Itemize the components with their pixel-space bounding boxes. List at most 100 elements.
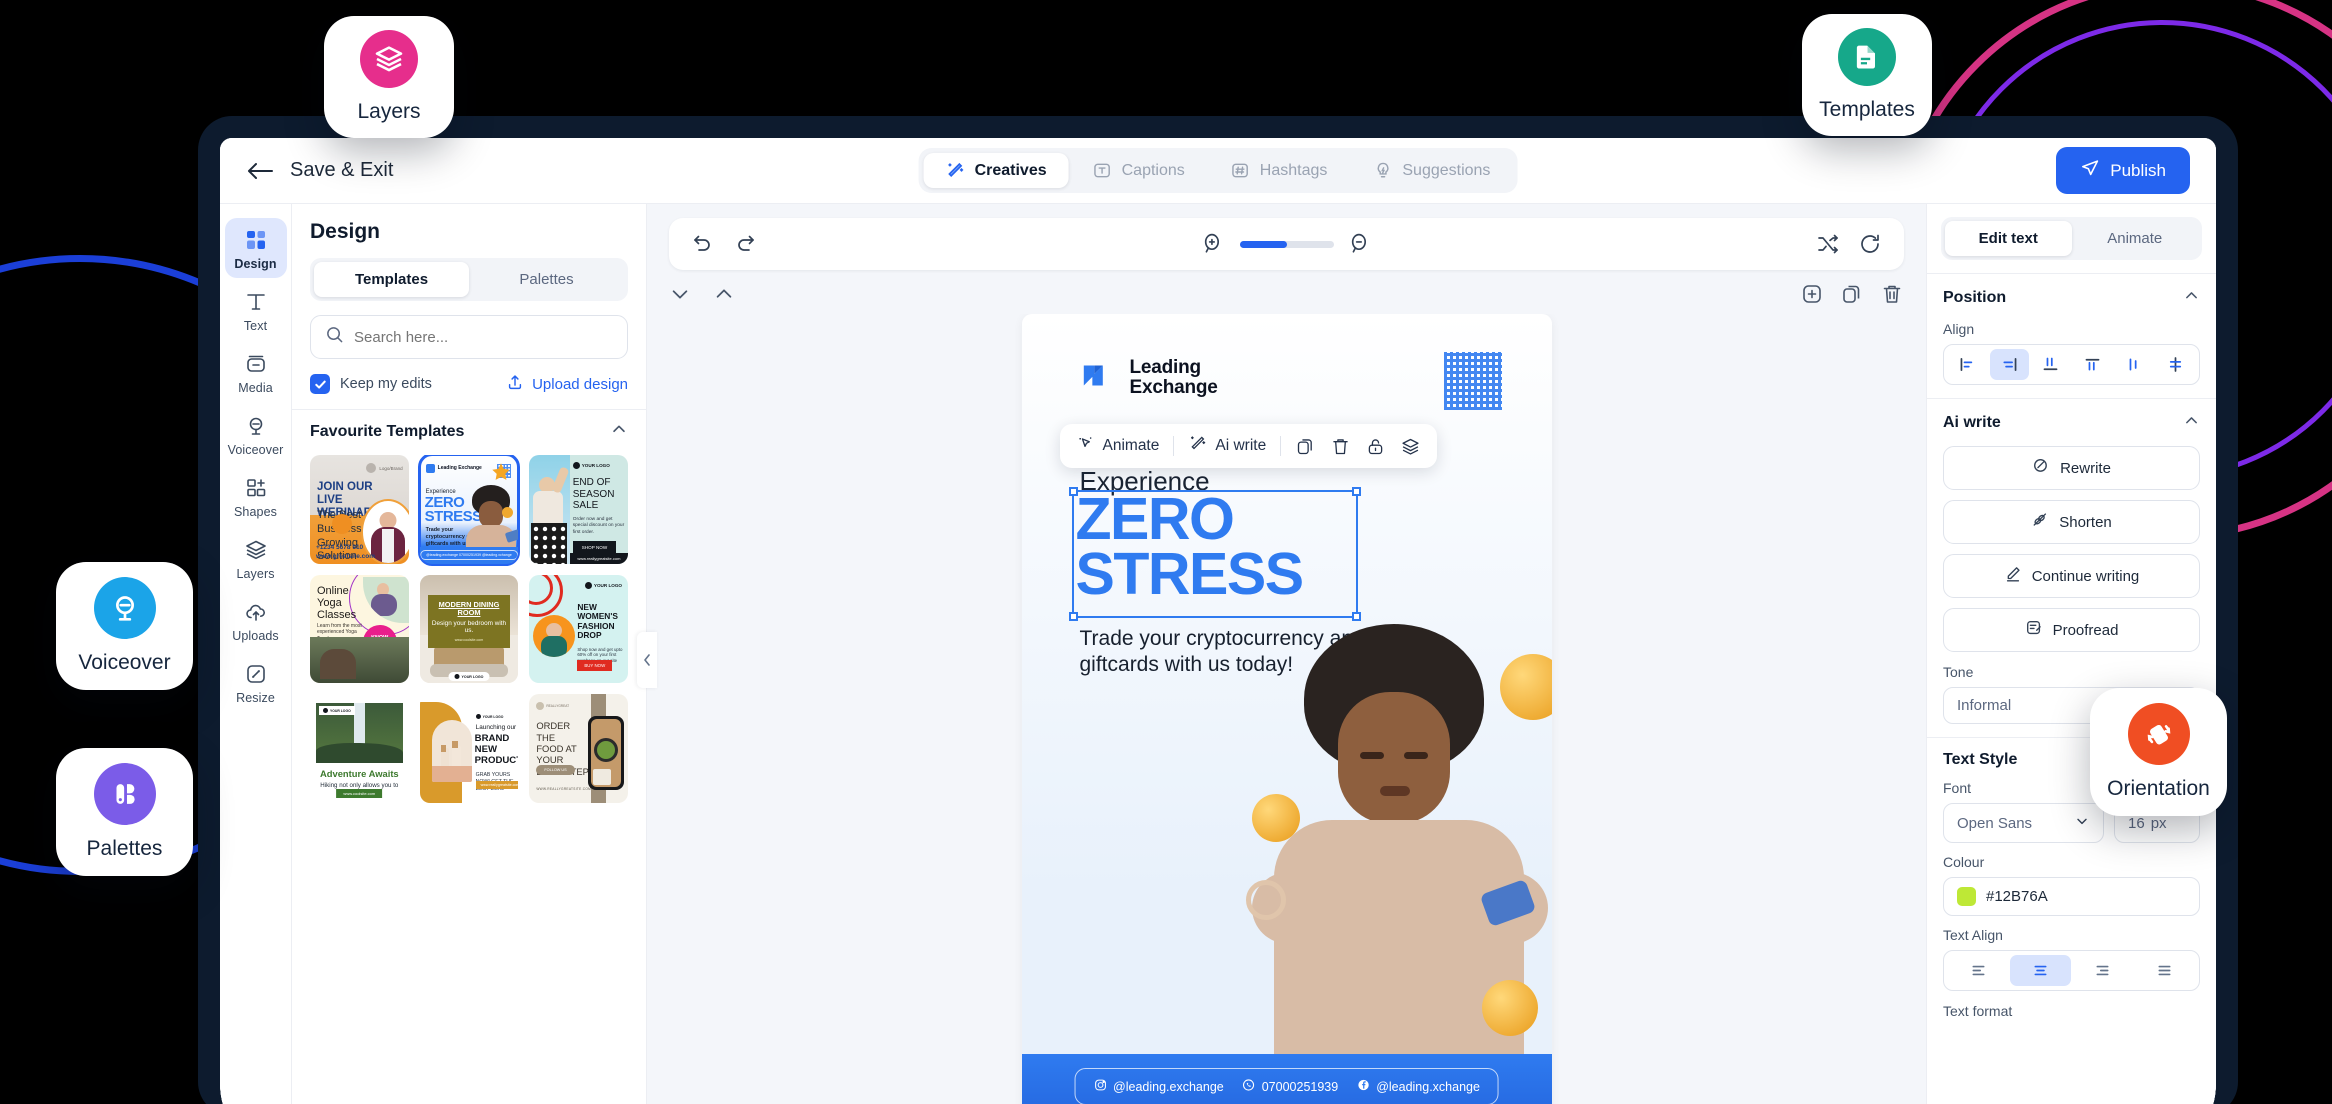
segment-templates[interactable]: Templates	[314, 262, 469, 297]
keep-my-edits-checkbox[interactable]: Keep my edits	[310, 374, 432, 394]
align-bottom-button[interactable]	[2156, 349, 2196, 380]
resize-handle-tl[interactable]	[1068, 487, 1078, 496]
selection-box[interactable]	[1068, 487, 1361, 621]
feature-card-orientation[interactable]: Orientation	[2090, 688, 2227, 816]
resize-handle-tr[interactable]	[1351, 487, 1361, 496]
text-format-label: Text format	[1943, 1003, 2013, 1019]
template-card[interactable]: Online Yoga Classes Learn from the most …	[310, 574, 409, 684]
keep-edits-label: Keep my edits	[340, 376, 432, 392]
template-card[interactable]: YOUR LOGO Launching our BRAND NEW PRODUC…	[419, 694, 519, 803]
thumb-website: www.reallygreatsite.com	[569, 552, 628, 564]
ctx-duplicate-icon[interactable]	[1295, 436, 1316, 457]
template-card[interactable]: YOUR LOGO Adventure Awaits Hiking not on…	[310, 694, 409, 803]
delete-icon[interactable]	[1880, 282, 1904, 306]
zoom-controls	[1201, 232, 1373, 257]
ai-write-section-header[interactable]: Ai write	[1943, 412, 2200, 434]
move-down-icon[interactable]	[669, 283, 691, 305]
zoom-in-icon[interactable]	[1201, 232, 1226, 257]
chevron-up-icon[interactable]	[610, 420, 628, 443]
redo-icon[interactable]	[733, 232, 757, 256]
shuffle-icon[interactable]	[1816, 232, 1840, 256]
align-center-horiz-button[interactable]	[1989, 349, 2029, 380]
zoom-out-icon[interactable]	[1348, 232, 1373, 257]
ctx-animate-button[interactable]: Animate	[1076, 434, 1159, 458]
feature-card-voiceover[interactable]: Voiceover	[56, 562, 193, 690]
text-align-justify-button[interactable]	[2135, 955, 2195, 986]
rail-item-layers[interactable]: Layers	[225, 528, 287, 588]
resize-handle-bl[interactable]	[1068, 612, 1078, 621]
chevron-up-icon[interactable]	[2183, 287, 2200, 309]
text-align-label: Text Align	[1943, 927, 2003, 943]
chevron-up-icon[interactable]	[2183, 412, 2200, 434]
template-card-selected[interactable]: Leading Exchange Experience ZERO STRESS …	[417, 455, 521, 566]
font-family-select[interactable]: Open Sans	[1943, 803, 2104, 843]
resize-handle-br[interactable]	[1351, 612, 1361, 621]
artboard-brand-logo[interactable]: Leading Exchange	[1080, 356, 1218, 399]
favourite-templates-header[interactable]: Favourite Templates	[292, 409, 646, 455]
tone-label: Tone	[1943, 664, 1974, 680]
template-card[interactable]: YOUR LOGO NEW WOMEN'S FASHION DROP Shop …	[529, 574, 628, 684]
ctx-layers-icon[interactable]	[1400, 436, 1421, 457]
continue-writing-button[interactable]: Continue writing	[1943, 554, 2200, 598]
feature-card-templates[interactable]: Templates	[1802, 14, 1932, 136]
ctx-lock-icon[interactable]	[1365, 436, 1386, 457]
font-value: Open Sans	[1957, 814, 2033, 832]
ctx-delete-icon[interactable]	[1330, 436, 1351, 457]
divider	[1280, 436, 1282, 456]
save-and-exit-button[interactable]: Save & Exit	[246, 159, 393, 182]
rail-item-text[interactable]: Text	[225, 280, 287, 340]
move-up-icon[interactable]	[713, 283, 735, 305]
rail-item-uploads[interactable]: Uploads	[225, 590, 287, 650]
align-left-button[interactable]	[1948, 349, 1988, 380]
tab-hashtags[interactable]: Hashtags	[1209, 153, 1350, 188]
segment-animate[interactable]: Animate	[2072, 221, 2199, 256]
duplicate-icon[interactable]	[1840, 282, 1864, 306]
align-right-button[interactable]	[2031, 349, 2071, 380]
align-top-button[interactable]	[2073, 349, 2113, 380]
handle-facebook: @leading.xchange	[1356, 1078, 1480, 1095]
rail-item-resize[interactable]: Resize	[225, 652, 287, 712]
rail-item-shapes[interactable]: Shapes	[225, 466, 287, 526]
text-align-left-button[interactable]	[1948, 955, 2008, 986]
thumb-heading: Adventure Awaits	[319, 768, 399, 780]
rewrite-button[interactable]: Rewrite	[1943, 446, 2200, 490]
add-element-icon[interactable]	[1800, 282, 1824, 306]
reset-icon[interactable]	[1858, 232, 1882, 256]
segment-palettes[interactable]: Palettes	[469, 262, 624, 297]
publish-button[interactable]: Publish	[2056, 147, 2190, 194]
align-middle-vert-button[interactable]	[2114, 349, 2154, 380]
collapse-panel-button[interactable]	[637, 632, 657, 688]
feature-card-palettes[interactable]: Palettes	[56, 748, 193, 876]
text-align-right-button[interactable]	[2073, 955, 2133, 986]
rail-item-voiceover[interactable]: Voiceover	[225, 404, 287, 464]
template-card[interactable]: REALLYGREAT ORDER THE FOOD AT YOUR DOORS…	[529, 694, 628, 803]
template-search-box[interactable]	[310, 315, 628, 359]
upload-design-button[interactable]: Upload design	[506, 373, 628, 395]
rail-item-design[interactable]: Design	[224, 218, 287, 278]
zoom-slider[interactable]	[1239, 240, 1334, 248]
artboard[interactable]: Leading Exchange Experience ZERO STRESS	[1021, 314, 1552, 1104]
template-card[interactable]: MODERN DINING ROOM Design your bedroom w…	[419, 574, 519, 684]
templates-scroll-area[interactable]: Logo/Brand JOIN OUR LIVE WEBINAR The Bes…	[292, 455, 646, 1104]
rail-item-media[interactable]: Media	[225, 342, 287, 402]
template-card[interactable]: Logo/Brand JOIN OUR LIVE WEBINAR The Bes…	[310, 455, 409, 564]
colour-picker[interactable]: #12B76A	[1943, 877, 2200, 916]
position-section-header[interactable]: Position	[1943, 287, 2200, 309]
tab-suggestions[interactable]: Suggestions	[1351, 153, 1512, 188]
text-align-center-button[interactable]	[2010, 955, 2071, 986]
segment-edit-text[interactable]: Edit text	[1945, 221, 2072, 256]
handle-value: @leading.exchange	[1113, 1079, 1224, 1094]
template-card[interactable]: YOUR LOGO END OF SEASON SALE Order now a…	[529, 455, 628, 564]
search-input[interactable]	[354, 328, 613, 346]
undo-icon[interactable]	[691, 232, 715, 256]
ctx-ai-write-button[interactable]: Ai write	[1188, 434, 1266, 458]
thumb-logo: YOUR LOGO	[330, 708, 351, 713]
proofread-button[interactable]: Proofread	[1943, 608, 2200, 652]
microphone-icon	[93, 577, 156, 639]
thumb-logo: YOUR LOGO	[593, 582, 622, 588]
tab-captions[interactable]: Captions	[1071, 153, 1207, 188]
tab-creatives[interactable]: Creatives	[923, 153, 1069, 188]
grid-icon	[244, 227, 268, 253]
shorten-button[interactable]: Shorten	[1943, 500, 2200, 544]
feature-card-layers[interactable]: Layers	[324, 16, 454, 138]
